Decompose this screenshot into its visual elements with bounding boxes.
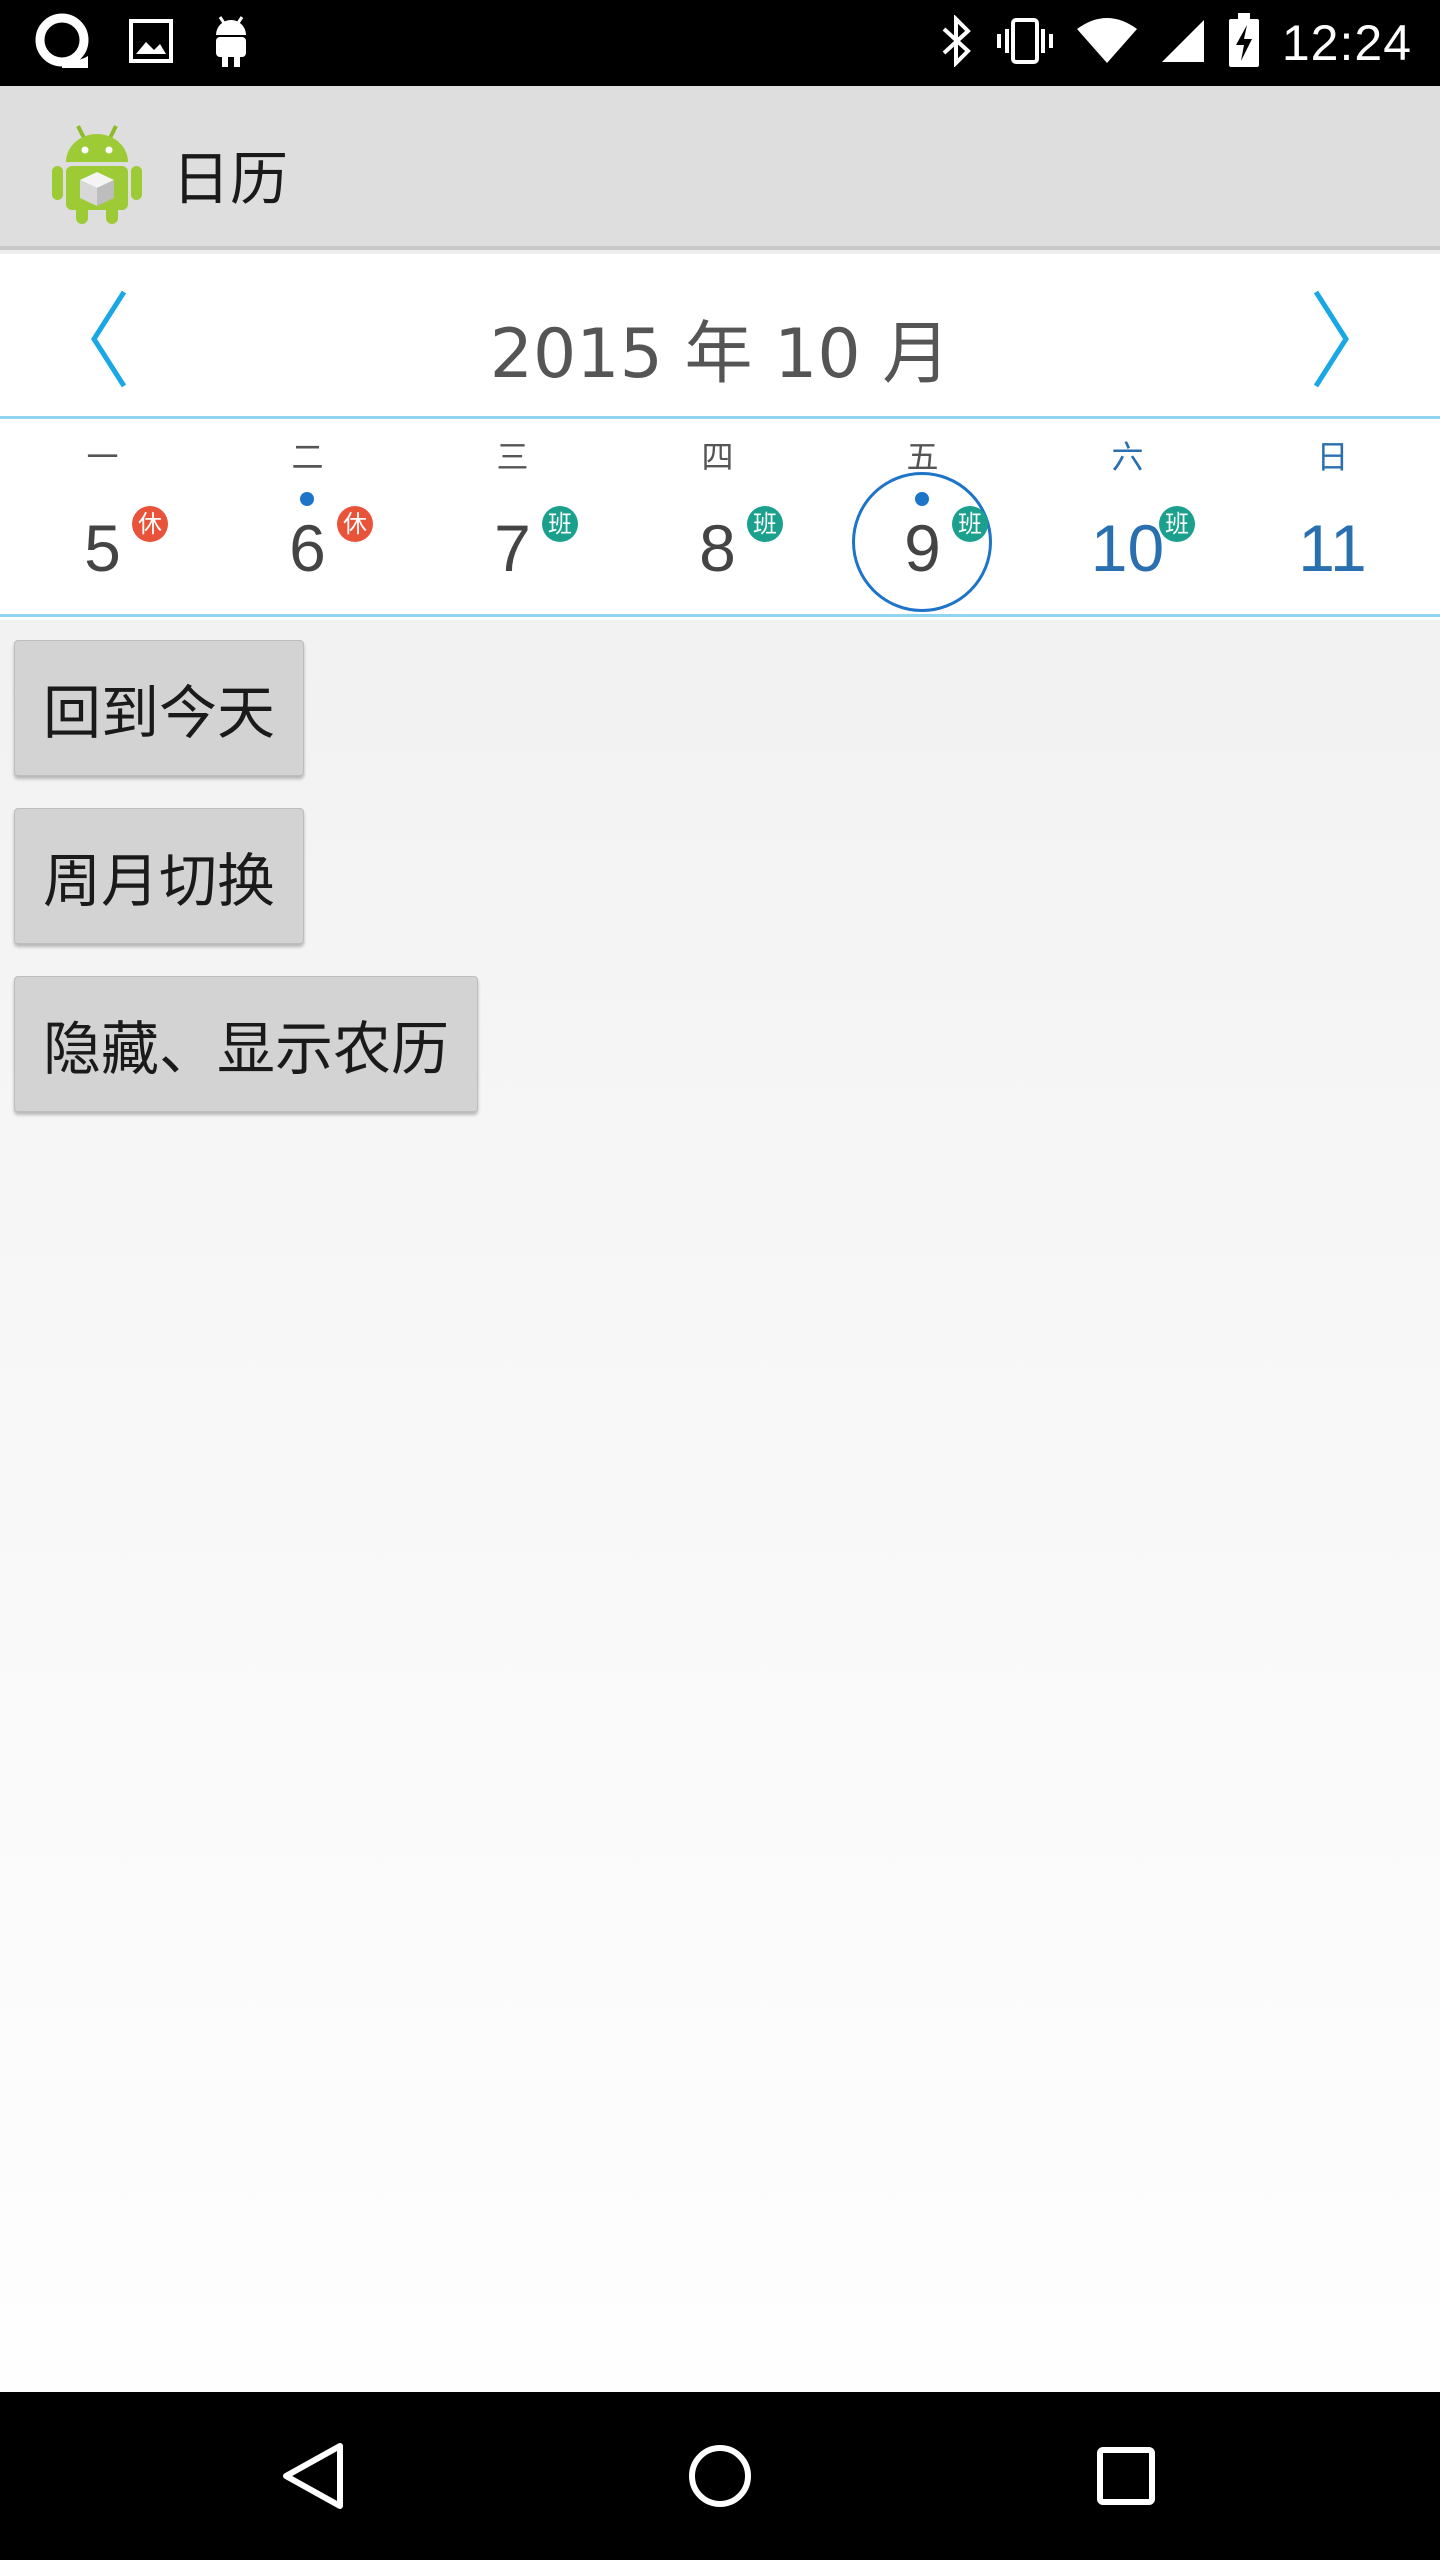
weekday-label: 日 [1316,438,1349,476]
chevron-right-icon[interactable] [1300,284,1360,394]
rest-badge: 休 [132,506,168,542]
home-icon[interactable] [678,2434,762,2518]
work-badge: 班 [747,506,783,542]
app-title: 日历 [172,145,289,213]
work-badge: 班 [952,506,988,542]
event-dot [915,492,929,506]
weekday-label: 一 [86,438,119,476]
weekday-label: 四 [701,438,734,476]
day-cell-6[interactable]: 二 6 休 [205,422,410,617]
work-badge: 班 [1159,506,1195,542]
battery-charging-icon [1228,13,1260,73]
day-cell-10[interactable]: 六 10 班 [1025,422,1230,617]
day-cell-11[interactable]: 日 11 [1230,422,1435,617]
signal-icon [1160,18,1206,68]
wifi-icon [1076,17,1138,69]
action-bar: 日历 [0,86,1440,250]
calendar: 2015 年 10 月 一 5 休 二 6 休 三 7 班 四 8 班 五 9 … [0,254,1440,620]
day-number: 7 [494,511,531,585]
navigation-bar [0,2392,1440,2560]
weekday-label: 二 [291,438,324,476]
day-number: 10 [1090,511,1165,585]
day-number: 8 [699,511,736,585]
app-notification-icon [34,12,92,74]
calendar-header: 2015 年 10 月 [0,254,1440,419]
back-icon[interactable] [272,2434,356,2518]
day-cell-5[interactable]: 一 5 休 [0,422,205,617]
day-cell-9[interactable]: 五 9 班 [820,422,1025,617]
android-icon [210,13,252,73]
weekday-label: 六 [1111,438,1144,476]
day-number: 6 [289,511,326,585]
android-app-icon [52,122,142,224]
rest-badge: 休 [337,506,373,542]
weekday-label: 三 [496,438,529,476]
day-cell-7[interactable]: 三 7 班 [410,422,615,617]
recents-icon[interactable] [1084,2434,1168,2518]
vibrate-icon [996,16,1054,70]
image-icon [128,18,174,68]
back-to-today-button[interactable]: 回到今天 [14,640,305,776]
toggle-lunar-button[interactable]: 隐藏、显示农历 [14,976,479,1112]
day-number: 9 [904,511,941,585]
day-number: 5 [84,511,121,585]
week-row: 一 5 休 二 6 休 三 7 班 四 8 班 五 9 班 六 10 班 日 1… [0,422,1440,617]
day-number: 11 [1298,511,1367,585]
work-badge: 班 [542,506,578,542]
bluetooth-icon [940,14,974,71]
month-title: 2015 年 10 月 [489,315,951,394]
toggle-week-month-button[interactable]: 周月切换 [14,808,305,944]
status-bar: 12:24 [0,0,1440,86]
event-dot [300,492,314,506]
status-time: 12:24 [1281,15,1412,71]
day-cell-8[interactable]: 四 8 班 [615,422,820,617]
